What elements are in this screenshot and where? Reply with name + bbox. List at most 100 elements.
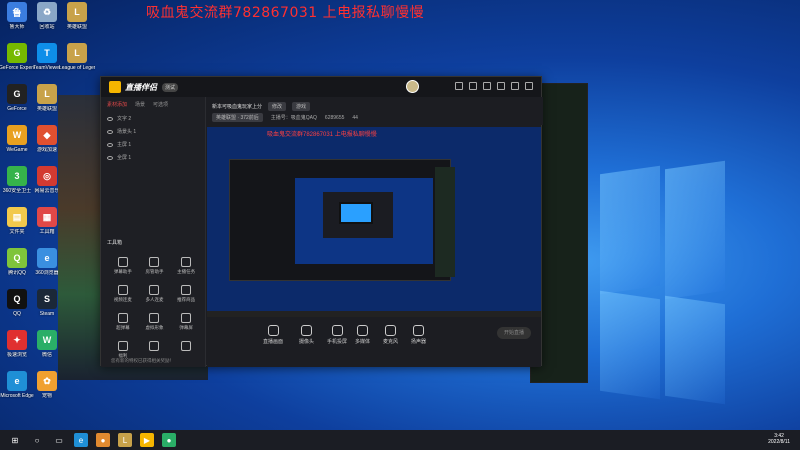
streaming-app-window[interactable]: 直播伴侣 测试 素材添加 场景 可选项 文字 2 场景头 1 主屏 1 全屏 1… <box>100 76 543 367</box>
tab-options[interactable]: 可选项 <box>153 101 168 108</box>
scene-label: 场景头 1 <box>117 129 137 135</box>
tool-item[interactable]: 房管助手 <box>139 257 171 275</box>
stream-preview[interactable]: 吸血鬼交流群782867031 上电报私聊慢慢 <box>207 127 541 317</box>
tool-item[interactable]: 主播任务 <box>170 257 202 275</box>
edit-button[interactable]: 修改 <box>268 102 287 111</box>
tool-item[interactable]: 虚拟形象 <box>139 313 171 331</box>
desktop-icon-label: 英雄联盟 <box>66 24 87 30</box>
league-icon[interactable]: L <box>118 433 132 447</box>
start-live-button[interactable]: 开始直播 <box>497 327 531 339</box>
bottom-label: 多媒体 <box>355 339 371 345</box>
tool-icon <box>149 313 160 323</box>
desktop-app-icon: e <box>37 248 57 268</box>
desktop-app-icon: Q <box>7 248 27 268</box>
preview-banner-text: 吸血鬼交流群782867031 上电报私聊慢慢 <box>267 132 377 138</box>
tool-icon <box>117 313 128 323</box>
desktop-app-icon: ◎ <box>37 166 57 186</box>
preview-right-window <box>435 167 455 277</box>
stream-info-header: 新本可吸血鬼玩家上分 修改 游戏 英雄联盟 · 372前后 主播号：吸血鬼QAQ… <box>207 97 543 125</box>
bottom-label: 直播画面 <box>263 339 284 345</box>
bottom-label: 摄像头 <box>299 339 315 345</box>
tool-label: 视频连麦 <box>113 297 132 302</box>
tool-item[interactable]: 弹幕屏 <box>170 313 202 331</box>
desktop-icon[interactable]: L 英雄联盟 <box>60 2 94 30</box>
tool-item[interactable]: 视频连麦 <box>107 285 139 303</box>
eye-icon[interactable] <box>107 142 113 147</box>
tab-assets[interactable]: 素材添加 <box>107 101 127 108</box>
desktop-app-icon: L <box>37 84 57 104</box>
tool-icon <box>117 341 128 351</box>
desktop-app-icon: ◆ <box>37 125 57 145</box>
tool-label: 推荐商品 <box>177 297 196 302</box>
tool-label: 弹幕屏 <box>179 325 193 330</box>
search-icon[interactable]: ○ <box>30 433 44 447</box>
eye-icon[interactable] <box>107 155 113 160</box>
desktop-app-icon: W <box>37 330 57 350</box>
scene-item[interactable]: 主屏 1 <box>101 138 205 151</box>
tool-icon <box>181 341 192 351</box>
desktop-app-icon: ♻ <box>37 2 57 22</box>
screen-capture-button[interactable]: 直播画面 <box>263 325 283 345</box>
wechat-icon[interactable]: ● <box>162 433 176 447</box>
scene-item[interactable]: 场景头 1 <box>101 125 205 138</box>
tool-item[interactable]: 多人连麦 <box>139 285 171 303</box>
game-tag: 英雄联盟 · 372前后 <box>212 113 263 122</box>
tool-icon <box>149 257 160 267</box>
notification-icon[interactable] <box>469 82 477 90</box>
toolbox-grid: 弹幕助手 房管助手 主播任务 视频连麦 多人连麦 推荐商品 超弹幕 虚拟形象 弹幕屏 福利 <box>107 257 202 359</box>
tool-icon <box>117 285 128 295</box>
tab-scenes[interactable]: 场景 <box>135 101 145 108</box>
stream-title[interactable]: 新本可吸血鬼玩家上分 <box>212 103 262 110</box>
avatar[interactable] <box>406 80 419 93</box>
system-clock[interactable]: 3:42 2022/8/11 <box>768 433 790 445</box>
speaker-button[interactable]: 扬声器 <box>411 325 426 345</box>
status-message: 您有新的特权已获得相关奖励！ <box>111 358 174 363</box>
tool-item[interactable]: 弹幕助手 <box>107 257 139 275</box>
windows-start-icon[interactable]: ⊞ <box>8 433 22 447</box>
nested-preview-1 <box>229 159 451 281</box>
tool-item[interactable]: 推荐商品 <box>170 285 202 303</box>
tool-label: 超弹幕 <box>116 325 130 330</box>
camera-icon <box>301 325 312 336</box>
menu-icon[interactable] <box>455 82 463 90</box>
edge-icon[interactable]: e <box>74 433 88 447</box>
tool-label: 弹幕助手 <box>113 269 132 274</box>
desktop-icon[interactable]: L League of Legends <box>59 43 95 71</box>
nested-preview-3 <box>323 192 393 238</box>
desktop-app-icon: ✿ <box>37 371 57 391</box>
media-button[interactable]: 多媒体 <box>355 325 370 345</box>
desktop-app-icon: 鲁 <box>7 2 27 22</box>
wallpaper-beam <box>600 290 660 400</box>
sidebar: 素材添加 场景 可选项 文字 2 场景头 1 主屏 1 全屏 1 工具箱 弹幕助… <box>101 97 206 367</box>
task-view-icon[interactable]: ▭ <box>52 433 66 447</box>
desktop-app-icon: ✦ <box>7 330 27 350</box>
eye-icon[interactable] <box>107 116 113 121</box>
desktop-app-icon: ▦ <box>37 207 57 227</box>
app-titlebar[interactable]: 直播伴侣 测试 <box>101 77 541 97</box>
phone-icon <box>331 325 343 336</box>
minimize-icon[interactable] <box>497 82 505 90</box>
desktop-app-icon: 3 <box>7 166 27 186</box>
microphone-button[interactable]: 麦克风 <box>383 325 398 345</box>
tool-item[interactable]: 超弹幕 <box>107 313 139 331</box>
settings-icon[interactable] <box>483 82 491 90</box>
tool-label: 主播任务 <box>177 269 196 274</box>
maximize-icon[interactable] <box>511 82 519 90</box>
desktop-app-icon: ▤ <box>7 207 27 227</box>
preview-taskbar <box>207 311 541 317</box>
camera-button[interactable]: 摄像头 <box>299 325 314 345</box>
scene-item[interactable]: 文字 2 <box>101 112 205 125</box>
eye-icon[interactable] <box>107 129 113 134</box>
phone-cast-button[interactable]: 手机投屏 <box>327 325 347 345</box>
desktop-app-icon: G <box>7 43 27 63</box>
category-select[interactable]: 游戏 <box>292 102 311 111</box>
close-icon[interactable] <box>525 82 533 90</box>
app-icon[interactable]: ● <box>96 433 110 447</box>
streaming-app-icon[interactable]: ▶ <box>140 433 154 447</box>
overlay-banner-text: 吸血鬼交流群782867031 上电报私聊慢慢 <box>146 5 425 21</box>
tool-icon <box>181 313 192 323</box>
tool-icon <box>181 257 192 267</box>
desktop-icon-label: League of Legends <box>59 65 95 71</box>
toolbox-title: 工具箱 <box>107 240 123 246</box>
scene-item[interactable]: 全屏 1 <box>101 151 205 164</box>
